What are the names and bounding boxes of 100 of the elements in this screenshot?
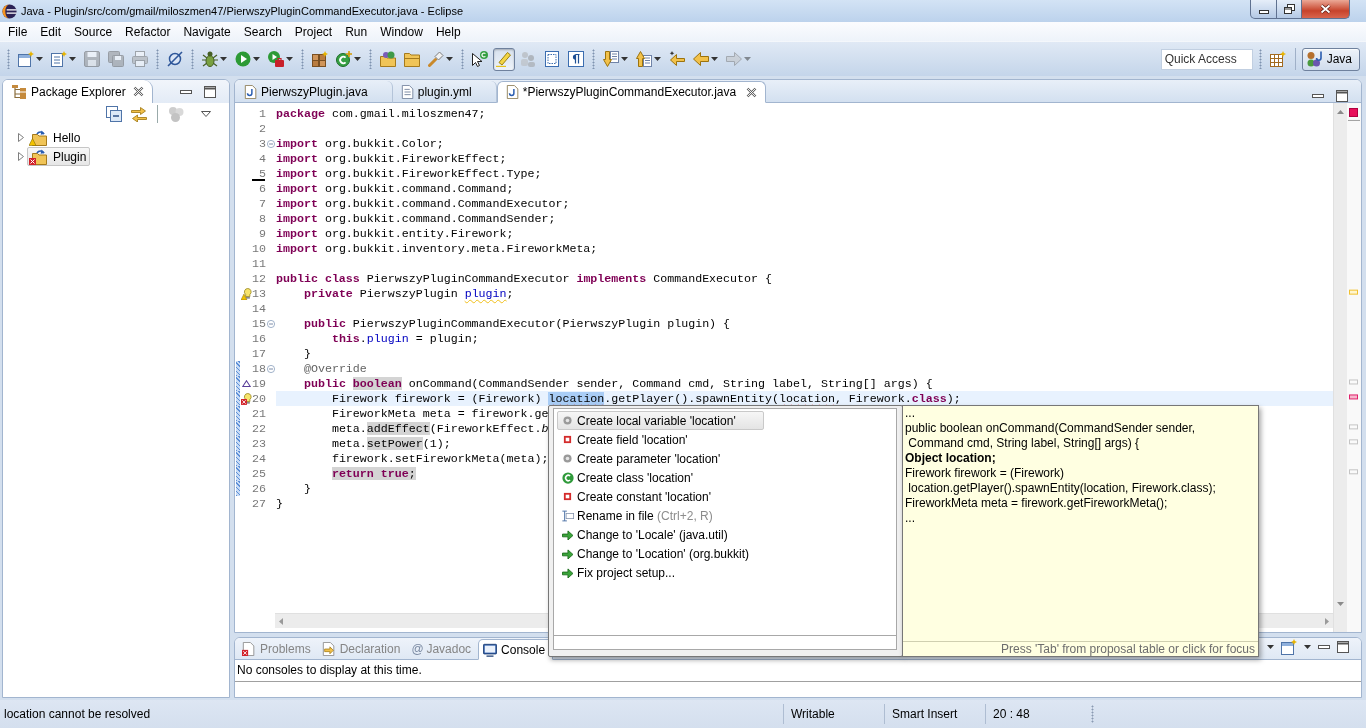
caret-icon[interactable] <box>1304 645 1311 649</box>
table-star-icon <box>1269 51 1286 67</box>
restore-icon <box>1283 4 1295 14</box>
quick-fix-item[interactable]: Create local variable 'location' <box>557 411 764 430</box>
editor-tab[interactable]: *PierwszyPluginCommandExecutor.java <box>496 81 767 103</box>
quick-fix-item[interactable]: Fix project setup... <box>557 563 704 582</box>
triangle-right-icon[interactable] <box>18 133 24 142</box>
caret-icon <box>36 57 43 61</box>
editor-tab[interactable]: plugin.yml <box>392 81 497 103</box>
circle-icon <box>563 416 572 425</box>
code-line: package com.gmail.miloszmen47; <box>276 107 486 120</box>
code-line: import org.bukkit.command.CommandSender; <box>276 212 556 225</box>
maximize-icon[interactable] <box>1336 90 1348 102</box>
caret-icon <box>621 57 628 61</box>
code-line: @Override <box>302 362 367 375</box>
view-tab[interactable]: Package Explorer <box>3 80 153 103</box>
line-number: 3 <box>258 136 266 151</box>
code-line: } <box>302 482 311 495</box>
highlighter-icon <box>496 51 512 67</box>
code-line: import org.bukkit.FireworkEffect; <box>276 152 507 165</box>
maximize-icon[interactable] <box>1337 641 1349 653</box>
triangle-down-icon[interactable] <box>1337 602 1344 606</box>
quick-fix-item[interactable]: Create constant 'location' <box>557 487 740 506</box>
lightbulb-warning-icon[interactable] <box>241 287 252 300</box>
lightbulb-error-icon[interactable] <box>241 392 252 405</box>
vertical-scrollbar[interactable] <box>1333 103 1347 632</box>
preview-line: ... <box>905 406 916 421</box>
code-line: this.plugin = plugin; <box>330 332 479 345</box>
close-icon[interactable] <box>132 86 144 97</box>
quick-access-field[interactable]: Quick Access <box>1160 48 1253 70</box>
code-line: return true; <box>330 467 416 480</box>
line-number: 8 <box>258 211 266 226</box>
minimize-icon[interactable] <box>1312 94 1324 98</box>
line-number: 19 <box>252 376 266 391</box>
minimize-icon[interactable] <box>1318 645 1330 649</box>
code-line: import org.bukkit.FireworkEffect.Type; <box>276 167 542 180</box>
quick-fix-item[interactable]: Change to 'Locale' (java.util) <box>557 525 756 544</box>
minimize-icon[interactable] <box>180 89 192 94</box>
view-tab[interactable]: Console <box>478 639 554 660</box>
menu-item[interactable]: Project <box>287 22 339 41</box>
triangle-up-icon[interactable] <box>1337 110 1344 114</box>
menu-item[interactable]: Source <box>67 22 119 41</box>
line-number: 18 <box>252 361 266 376</box>
spheres-icon <box>168 106 184 122</box>
triangle-right-icon[interactable] <box>18 152 24 161</box>
code-line: import org.bukkit.Color; <box>276 137 444 150</box>
tree-item[interactable]: Hello <box>27 128 85 147</box>
menu-item[interactable]: Help <box>428 22 467 41</box>
code-line: public PierwszyPluginCommandExecutor(PierwszyPlugin plugin) { <box>302 317 731 330</box>
app-icon <box>2 3 17 19</box>
line-number: 20 <box>252 391 266 406</box>
line-number: 25 <box>252 466 266 481</box>
line-number: 21 <box>252 406 266 421</box>
tree-item[interactable]: Plugin <box>27 147 91 166</box>
editor-tab[interactable]: PierwszyPlugin.java <box>236 81 393 103</box>
circle-icon <box>563 454 572 463</box>
preview-line: Object location; <box>905 451 997 466</box>
play-toolbox-icon <box>268 51 284 67</box>
perspective-button[interactable]: Java <box>1301 47 1360 71</box>
close-icon[interactable] <box>746 86 758 98</box>
hierarchy-icon <box>12 84 26 99</box>
menu-item[interactable]: Search <box>236 22 288 41</box>
quick-fix-item[interactable]: Create field 'location' <box>557 430 716 449</box>
preview-line: location.getPlayer().spawnEntity(location, Firework.class); <box>907 481 1217 496</box>
triangle-icon[interactable] <box>242 380 251 387</box>
code-line: import org.bukkit.command.CommandExecutor; <box>276 197 570 210</box>
preview-line: FireworkMeta meta = firework.getFireworkMeta(); <box>905 496 1169 511</box>
triangle-right-icon[interactable] <box>1325 617 1329 625</box>
code-line: firework.setFireworkMeta(meta); <box>330 452 549 465</box>
line-number: 27 <box>252 496 266 511</box>
quick-fix-item[interactable]: Create parameter 'location' <box>557 449 749 468</box>
triangle-left-icon[interactable] <box>279 617 283 625</box>
minimize-button[interactable] <box>1250 0 1277 19</box>
status-field: 20 : 48 <box>985 704 1086 724</box>
figures-icon <box>520 51 536 67</box>
caret-icon[interactable] <box>1267 645 1274 649</box>
caret-icon <box>446 57 453 61</box>
quick-fix-item[interactable]: Change to 'Location' (org.bukkit) <box>557 544 778 563</box>
line-number: 17 <box>252 346 266 361</box>
code-line: } <box>276 497 283 510</box>
menu-item[interactable]: Refactor <box>118 22 177 41</box>
menu-item[interactable]: Edit <box>33 22 68 41</box>
play-icon <box>235 51 251 67</box>
menu-item[interactable]: Run <box>338 22 374 41</box>
code-line: import org.bukkit.command.Command; <box>276 182 514 195</box>
line-number: 26 <box>252 481 266 496</box>
code-line: FireworkMeta meta = firework.ge <box>330 407 549 420</box>
declaration-icon <box>321 642 336 656</box>
two-arrows-icon <box>131 106 147 122</box>
menu-item[interactable]: Navigate <box>176 22 237 41</box>
menu-item[interactable]: File <box>1 22 34 41</box>
quick-fix-item[interactable]: Rename in file (Ctrl+2, R) <box>557 506 738 525</box>
close-button[interactable] <box>1302 0 1350 19</box>
restore-button[interactable] <box>1277 0 1302 19</box>
view-menu-icon <box>201 111 211 117</box>
menu-item[interactable]: Window <box>373 22 429 41</box>
quick-fix-item[interactable]: Create class 'location' <box>557 468 722 487</box>
arrow-icon <box>562 529 573 540</box>
maximize-icon[interactable] <box>204 85 216 98</box>
folder-spheres-icon <box>380 51 396 67</box>
